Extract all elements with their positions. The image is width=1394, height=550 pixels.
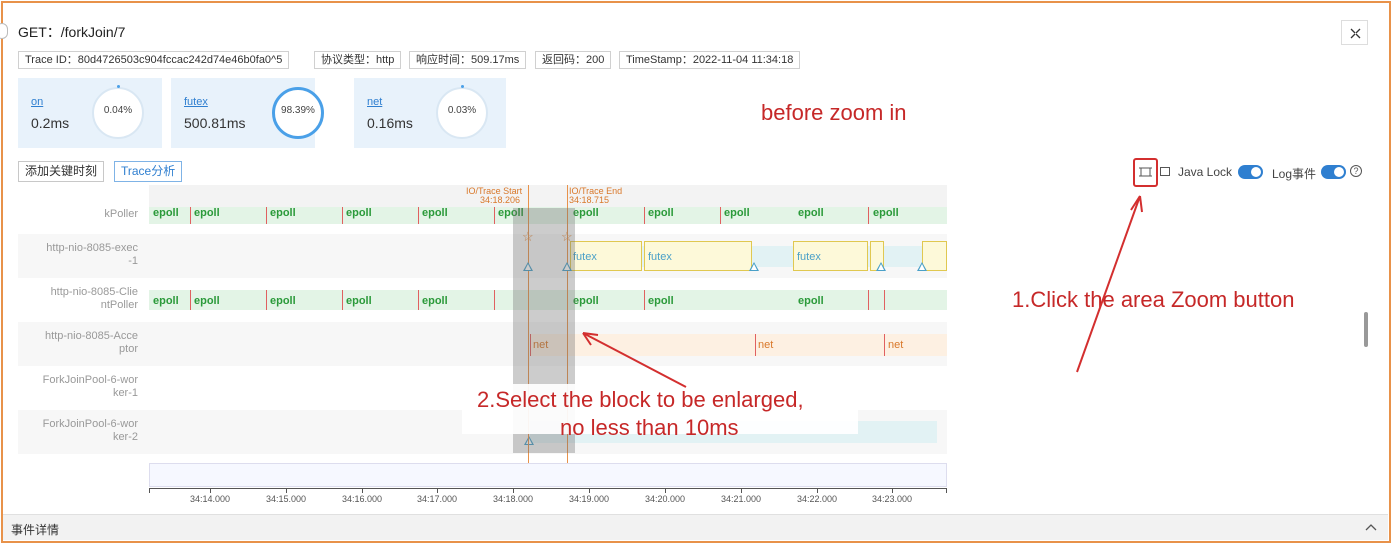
axis-tick xyxy=(513,488,514,493)
chevron-up-icon[interactable] xyxy=(1365,522,1377,532)
axis-tick xyxy=(892,488,893,493)
overview-brush[interactable] xyxy=(149,463,947,487)
axis-tick-label: 34:16.000 xyxy=(341,494,383,504)
axis-tick xyxy=(741,488,742,493)
axis-tick-label: 34:15.000 xyxy=(265,494,307,504)
axis-tick-label: 34:21.000 xyxy=(720,494,762,504)
axis-tick-label: 34:20.000 xyxy=(644,494,686,504)
axis-tick xyxy=(210,488,211,493)
axis-tick xyxy=(589,488,590,493)
axis-tick-label: 34:17.000 xyxy=(416,494,458,504)
axis-tick xyxy=(286,488,287,493)
axis-tick-label: 34:18.000 xyxy=(492,494,534,504)
axis-tick-label: 34:19.000 xyxy=(568,494,610,504)
axis-tick xyxy=(817,488,818,493)
time-axis xyxy=(149,488,947,489)
axis-tick-label: 34:14.000 xyxy=(189,494,231,504)
event-details-title: 事件详情 xyxy=(11,523,60,537)
axis-tick xyxy=(362,488,363,493)
axis-tick xyxy=(665,488,666,493)
scrollbar-thumb[interactable] xyxy=(1364,312,1368,347)
event-details-panel[interactable]: 事件详情 xyxy=(3,514,1388,540)
axis-tick xyxy=(149,488,150,493)
axis-tick-label: 34:22.000 xyxy=(796,494,838,504)
axis-tick-label: 34:23.000 xyxy=(871,494,913,504)
axis-tick xyxy=(437,488,438,493)
axis-tick xyxy=(946,488,947,493)
